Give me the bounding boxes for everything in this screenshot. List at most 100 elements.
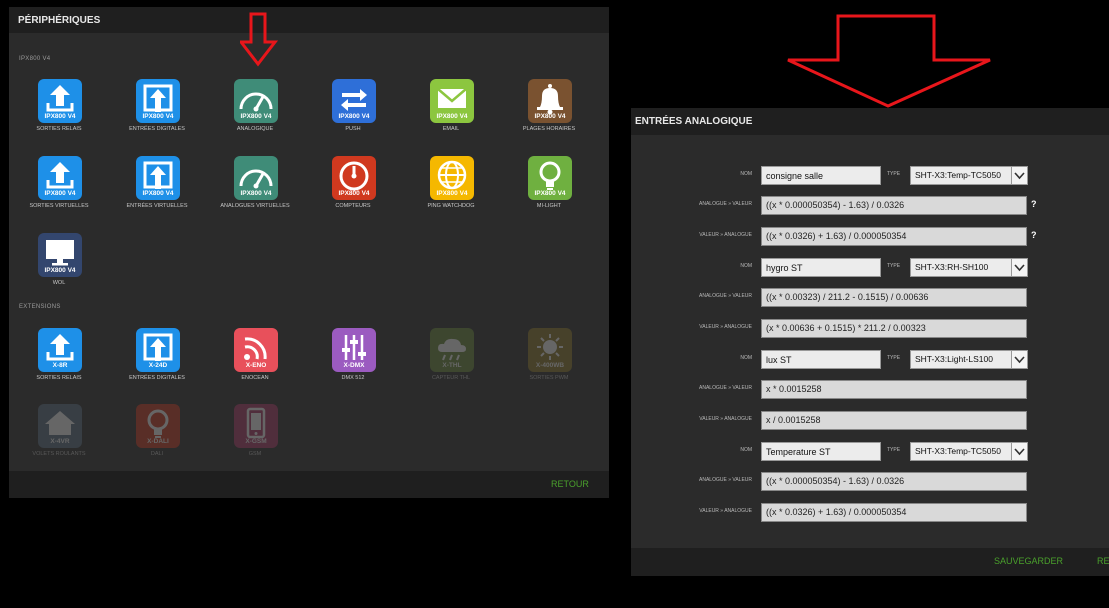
tile-icon-box: X-4VR (38, 404, 82, 448)
retour-link[interactable]: RETOUR (1097, 556, 1109, 566)
tile-icon-box: X-GSM (234, 404, 278, 448)
tile-icon-box: X-THL (430, 328, 474, 372)
tile-plages-horaires[interactable]: IPX800 V4 PLAGES HORAIRES (509, 79, 589, 143)
name-label: NOM (740, 263, 752, 269)
analogue-valeur-formula[interactable]: x * 0.0015258 (761, 380, 1027, 399)
analogue-valeur-label: ANALOGUE » VALEUR (699, 293, 752, 299)
tile-icon-box: IPX800 V4 (38, 79, 82, 123)
section-label-extensions: EXTENSIONS (19, 304, 61, 310)
tile-enocean[interactable]: X-ENO ENOCEAN (215, 328, 295, 392)
red-down-arrow-small (240, 12, 279, 67)
tile-dali[interactable]: X-DALI DALI (117, 404, 197, 468)
retour-link[interactable]: RETOUR (551, 479, 589, 489)
chevron-down-icon (1011, 167, 1027, 184)
name-input[interactable] (761, 166, 881, 185)
tile-sorties-relais[interactable]: IPX800 V4 SORTIES RELAIS (19, 79, 99, 143)
panel-title: PÉRIPHÉRIQUES (18, 14, 101, 26)
tile-tag: X-24D (148, 362, 168, 369)
tile-compteurs[interactable]: IPX800 V4 COMPTEURS (313, 156, 393, 220)
valeur-analogue-formula[interactable]: (x * 0.00636 + 0.1515) * 211.2 / 0.00323 (761, 319, 1027, 338)
tile-email[interactable]: IPX800 V4 EMAIL (411, 79, 491, 143)
entrees-analogique-panel: ENTRÉES ANALOGIQUE NOM TYPE SHT-X3:Temp-TC… (631, 108, 1109, 576)
tile-tag: IPX800 V4 (44, 190, 76, 197)
tile-label: ENTRÉES DIGITALES (129, 375, 185, 381)
tile-ping-watchdog[interactable]: IPX800 V4 PING WATCHDOG (411, 156, 491, 220)
sauvegarder-link[interactable]: SAUVEGARDER (994, 556, 1063, 566)
tile-icon-box: IPX800 V4 (38, 233, 82, 277)
tile-label: MI-LIGHT (536, 203, 562, 209)
analogue-valeur-formula[interactable]: ((x * 0.000050354) - 1.63) / 0.0326 (761, 196, 1027, 215)
tile-tag: IPX800 V4 (142, 113, 174, 120)
tile-tag: X-DMX (343, 362, 365, 369)
tile-label: ENTRÉES VIRTUELLES (126, 203, 188, 209)
tile-tag: IPX800 V4 (44, 113, 76, 120)
name-input[interactable] (761, 442, 881, 461)
valeur-analogue-formula[interactable]: ((x * 0.0326) + 1.63) / 0.000050354 (761, 227, 1027, 246)
tile-tag: IPX800 V4 (338, 113, 370, 120)
type-select[interactable]: SHT-X3:Light-LS100 (910, 350, 1028, 369)
tile-tag: IPX800 V4 (338, 190, 370, 197)
analogue-valeur-label: ANALOGUE » VALEUR (699, 201, 752, 207)
tile-tag: IPX800 V4 (534, 113, 566, 120)
tile-icon-box: X-DALI (136, 404, 180, 448)
tile-entrées-virtuelles[interactable]: IPX800 V4 ENTRÉES VIRTUELLES (117, 156, 197, 220)
valeur-analogue-label: VALEUR » ANALOGUE (699, 416, 752, 422)
help-icon[interactable]: ? (1031, 230, 1037, 240)
valeur-analogue-formula[interactable]: ((x * 0.0326) + 1.63) / 0.000050354 (761, 503, 1027, 522)
type-select[interactable]: SHT-X3:Temp-TC5050 (910, 442, 1028, 461)
analogue-valeur-formula[interactable]: ((x * 0.000050354) - 1.63) / 0.0326 (761, 472, 1027, 491)
tile-dmx-512[interactable]: X-DMX DMX 512 (313, 328, 393, 392)
tile-push[interactable]: IPX800 V4 PUSH (313, 79, 393, 143)
tile-sorties-virtuelles[interactable]: IPX800 V4 SORTIES VIRTUELLES (19, 156, 99, 220)
tile-tag: X-4VR (50, 438, 70, 445)
tile-label: DMX 512 (341, 375, 365, 381)
tile-analogues-virtuelles[interactable]: IPX800 V4 ANALOGUES VIRTUELLES (215, 156, 295, 220)
tile-tag: IPX800 V4 (534, 190, 566, 197)
tile-mi-light[interactable]: IPX800 V4 MI-LIGHT (509, 156, 589, 220)
name-input[interactable] (761, 258, 881, 277)
name-label: NOM (740, 355, 752, 361)
tile-label: SORTIES RELAIS (36, 375, 82, 381)
tile-label: EMAIL (442, 126, 460, 132)
tile-sorties-pwm[interactable]: X-400WB SORTIES PWM (509, 328, 589, 392)
type-select[interactable]: SHT-X3:Temp-TC5050 (910, 166, 1028, 185)
tile-sorties-relais[interactable]: X-8R SORTIES RELAIS (19, 328, 99, 392)
tile-entrées-digitales[interactable]: X-24D ENTRÉES DIGITALES (117, 328, 197, 392)
analogue-valeur-formula[interactable]: ((x * 0.00323) / 211.2 - 0.1515) / 0.006… (761, 288, 1027, 307)
type-select[interactable]: SHT-X3:RH-SH100 (910, 258, 1028, 277)
chevron-down-icon (1011, 443, 1027, 460)
panel-title: ENTRÉES ANALOGIQUE (635, 116, 753, 127)
entrees-analogique-header: ENTRÉES ANALOGIQUE (631, 108, 1109, 135)
chevron-down-icon (1011, 351, 1027, 368)
valeur-analogue-label: VALEUR » ANALOGUE (699, 508, 752, 514)
valeur-analogue-formula[interactable]: x / 0.0015258 (761, 411, 1027, 430)
tile-label: ANALOGUES VIRTUELLES (220, 203, 290, 209)
tile-tag: X-ENO (245, 362, 267, 369)
help-icon[interactable]: ? (1031, 199, 1037, 209)
tile-tag: X-400WB (535, 362, 565, 369)
tile-label: PING WATCHDOG (427, 203, 475, 209)
tile-icon-box: IPX800 V4 (38, 156, 82, 200)
tile-label: ENOCEAN (241, 375, 269, 381)
tile-wol[interactable]: IPX800 V4 WOL (19, 233, 99, 297)
tile-label: SORTIES PWM (529, 375, 569, 381)
tile-label: ANALOGIQUE (236, 126, 274, 132)
tile-gsm[interactable]: X-GSM GSM (215, 404, 295, 468)
tile-label: PLAGES HORAIRES (522, 126, 576, 132)
name-label: NOM (740, 447, 752, 453)
type-label: TYPE (887, 171, 901, 177)
tile-analogique[interactable]: IPX800 V4 ANALOGIQUE (215, 79, 295, 143)
tile-icon-box: IPX800 V4 (528, 156, 572, 200)
analogue-valeur-label: ANALOGUE » VALEUR (699, 385, 752, 391)
tile-tag: X-GSM (245, 438, 267, 445)
analogue-valeur-label: ANALOGUE » VALEUR (699, 477, 752, 483)
name-input[interactable] (761, 350, 881, 369)
tile-capteur-thl[interactable]: X-THL CAPTEUR THL (411, 328, 491, 392)
tile-icon-box: X-400WB (528, 328, 572, 372)
tile-entrées-digitales[interactable]: IPX800 V4 ENTRÉES DIGITALES (117, 79, 197, 143)
type-label: TYPE (887, 263, 901, 269)
peripheriques-footer: RETOUR (9, 471, 609, 498)
peripheriques-header: PÉRIPHÉRIQUES (9, 7, 609, 33)
tile-volets-roulants[interactable]: X-4VR VOLETS ROULANTS (19, 404, 99, 468)
tile-icon-box: IPX800 V4 (430, 79, 474, 123)
